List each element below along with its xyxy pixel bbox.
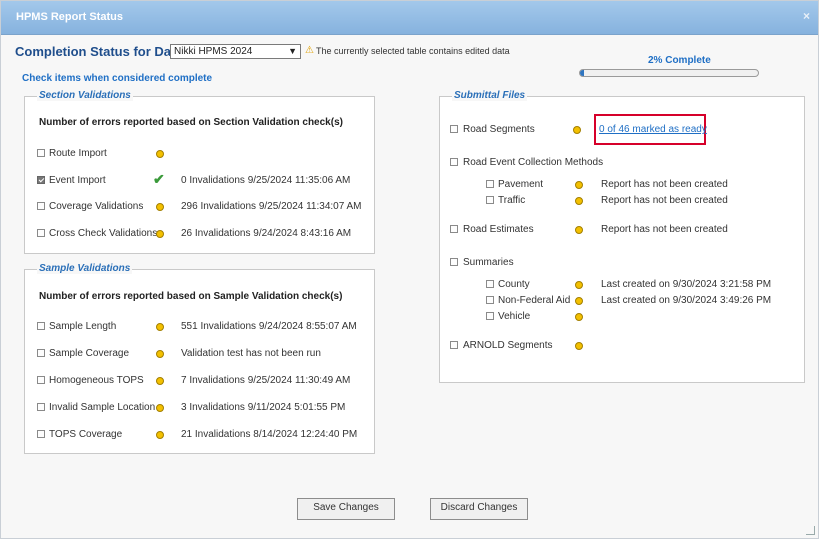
county-info: Last created on 9/30/2024 3:21:58 PM — [601, 279, 772, 290]
tops-coverage-label: TOPS Coverage — [49, 429, 123, 440]
event-import-label: Event Import — [49, 175, 106, 186]
progress-text: 2% Complete — [648, 55, 711, 66]
road-estimates-checkbox[interactable] — [450, 225, 458, 233]
close-icon[interactable]: × — [803, 9, 810, 23]
status-dot-icon — [575, 197, 583, 205]
sample-validations-heading: Number of errors reported based on Sampl… — [39, 291, 343, 302]
checkmark-icon: ✔ — [153, 171, 165, 187]
pavement-checkbox[interactable] — [486, 180, 494, 188]
progress-bar — [579, 69, 759, 77]
road-estimates-info: Report has not been created — [601, 224, 728, 235]
pavement-info: Report has not been created — [601, 179, 728, 190]
sample-coverage-info: Validation test has not been run — [181, 348, 321, 359]
status-dot-icon — [573, 126, 581, 134]
status-dot-icon — [156, 230, 164, 238]
coverage-validations-info: 296 Invalidations 9/25/2024 11:34:07 AM — [181, 201, 362, 212]
county-label: County — [498, 279, 530, 290]
vehicle-checkbox[interactable] — [486, 312, 494, 320]
homogeneous-tops-info: 7 Invalidations 9/25/2024 11:30:49 AM — [181, 375, 351, 386]
invalid-sample-location-label: Invalid Sample Location — [49, 402, 156, 413]
discard-changes-button[interactable]: Discard Changes — [430, 498, 528, 520]
traffic-checkbox[interactable] — [486, 196, 494, 204]
non-federal-aid-checkbox[interactable] — [486, 296, 494, 304]
completion-status-label: Completion Status for Data — [15, 44, 183, 59]
status-dot-icon — [156, 150, 164, 158]
submittal-files-panel: Submittal Files Road Segments 0 of 46 ma… — [439, 90, 805, 383]
tops-coverage-checkbox[interactable] — [37, 430, 45, 438]
status-dot-icon — [575, 281, 583, 289]
sample-validations-legend: Sample Validations — [37, 263, 133, 274]
arnold-segments-label: ARNOLD Segments — [463, 340, 553, 351]
traffic-label: Traffic — [498, 195, 526, 206]
title-bar: HPMS Report Status × — [1, 1, 818, 35]
vehicle-label: Vehicle — [498, 311, 531, 322]
county-checkbox[interactable] — [486, 280, 494, 288]
pavement-label: Pavement — [498, 179, 544, 190]
sample-length-label: Sample Length — [49, 321, 117, 332]
check-items-instruction: Check items when considered complete — [22, 73, 213, 84]
data-select[interactable]: Nikki HPMS 2024 ▼ — [170, 44, 301, 59]
sample-length-checkbox[interactable] — [37, 322, 45, 330]
edited-data-warning: The currently selected table contains ed… — [316, 46, 510, 56]
status-dot-icon — [156, 404, 164, 412]
cross-check-validations-info: 26 Invalidations 9/24/2024 8:43:16 AM — [181, 228, 352, 239]
road-segments-checkbox[interactable] — [450, 125, 458, 133]
road-event-collection-methods-label: Road Event Collection Methods — [463, 157, 604, 168]
homogeneous-tops-checkbox[interactable] — [37, 376, 45, 384]
coverage-validations-label: Coverage Validations — [49, 201, 144, 212]
tops-coverage-info: 21 Invalidations 8/14/2024 12:24:40 PM — [181, 429, 358, 440]
status-dot-icon — [156, 203, 164, 211]
resize-handle-icon[interactable] — [806, 526, 815, 535]
route-import-label: Route Import — [49, 148, 107, 159]
data-select-value: Nikki HPMS 2024 — [174, 46, 253, 57]
non-federal-aid-info: Last created on 9/30/2024 3:49:26 PM — [601, 295, 772, 306]
sample-coverage-checkbox[interactable] — [37, 349, 45, 357]
status-dot-icon — [156, 350, 164, 358]
event-import-info: 0 Invalidations 9/25/2024 11:35:06 AM — [181, 175, 351, 186]
status-dot-icon — [156, 377, 164, 385]
road-event-collection-methods-checkbox[interactable] — [450, 158, 458, 166]
status-dot-icon — [575, 297, 583, 305]
sample-length-info: 551 Invalidations 9/24/2024 8:55:07 AM — [181, 321, 357, 332]
coverage-validations-checkbox[interactable] — [37, 202, 45, 210]
status-dot-icon — [156, 323, 164, 331]
section-validations-heading: Number of errors reported based on Secti… — [39, 117, 343, 128]
status-dot-icon — [575, 226, 583, 234]
section-validations-panel: Section Validations Number of errors rep… — [24, 90, 375, 254]
chevron-down-icon: ▼ — [288, 46, 297, 56]
status-dot-icon — [575, 313, 583, 321]
road-estimates-label: Road Estimates — [463, 224, 534, 235]
report-status-dialog: HPMS Report Status × Completion Status f… — [0, 0, 819, 539]
non-federal-aid-label: Non-Federal Aid — [498, 295, 571, 306]
invalid-sample-location-info: 3 Invalidations 9/11/2024 5:01:55 PM — [181, 402, 346, 413]
invalid-sample-location-checkbox[interactable] — [37, 403, 45, 411]
warning-icon: ⚠ — [305, 45, 314, 56]
progress-fill — [580, 70, 584, 76]
cross-check-validations-label: Cross Check Validations — [49, 228, 158, 239]
section-validations-legend: Section Validations — [37, 90, 133, 101]
summaries-checkbox[interactable] — [450, 258, 458, 266]
submittal-files-legend: Submittal Files — [452, 90, 528, 101]
sample-coverage-label: Sample Coverage — [49, 348, 130, 359]
route-import-checkbox[interactable] — [37, 149, 45, 157]
traffic-info: Report has not been created — [601, 195, 728, 206]
status-dot-icon — [575, 342, 583, 350]
sample-validations-panel: Sample Validations Number of errors repo… — [24, 263, 375, 454]
arnold-segments-checkbox[interactable] — [450, 341, 458, 349]
homogeneous-tops-label: Homogeneous TOPS — [49, 375, 144, 386]
save-changes-button[interactable]: Save Changes — [297, 498, 395, 520]
event-import-checkbox[interactable] — [37, 176, 45, 184]
road-segments-label: Road Segments — [463, 124, 535, 135]
road-segments-ready-link[interactable]: 0 of 46 marked as ready — [599, 124, 707, 135]
status-dot-icon — [156, 431, 164, 439]
status-dot-icon — [575, 181, 583, 189]
window-title: HPMS Report Status — [16, 11, 123, 23]
cross-check-validations-checkbox[interactable] — [37, 229, 45, 237]
summaries-label: Summaries — [463, 257, 514, 268]
